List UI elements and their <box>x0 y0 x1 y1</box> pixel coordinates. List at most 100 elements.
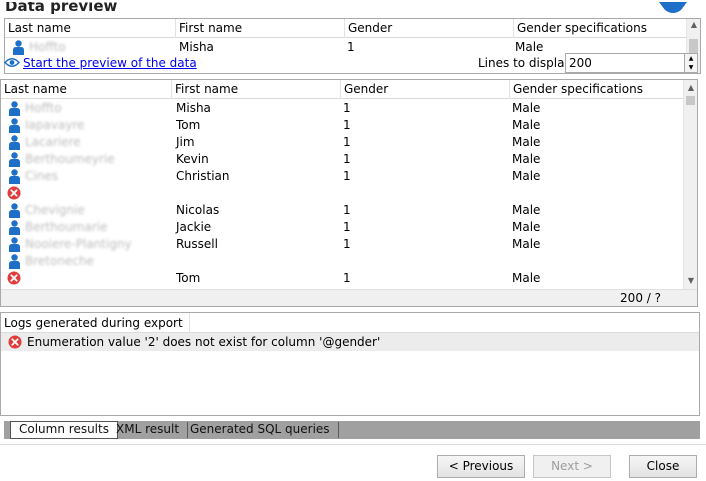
tab-xml-result[interactable]: XML result <box>108 422 189 438</box>
table-row[interactable]: Cines Christian 1 Male <box>1 168 683 185</box>
data-grid-header: Last name First name Gender Gender speci… <box>1 80 697 99</box>
col-gender[interactable]: Gender <box>344 19 513 38</box>
cell-gender-spec: Male <box>512 169 541 183</box>
cell-first-name: Misha <box>179 40 214 54</box>
cell-gender-spec: Male <box>512 101 541 115</box>
person-icon <box>9 237 20 252</box>
cell-last-name: Hoffto <box>29 40 66 54</box>
cell-gender: 1 <box>343 118 351 132</box>
log-message: Enumeration value '2' does not exist for… <box>27 335 381 349</box>
table-row[interactable] <box>1 185 683 202</box>
cell-gender: 1 <box>343 169 351 183</box>
col-gender[interactable]: Gender <box>340 80 509 99</box>
scroll-up-icon[interactable]: ▲ <box>687 19 701 31</box>
cell-gender-spec: Male <box>512 152 541 166</box>
tab-column-results[interactable]: Column results <box>10 421 118 439</box>
col-gender-spec[interactable]: Gender specifications <box>513 19 688 38</box>
col-last-name[interactable]: Last name <box>5 19 175 38</box>
tab-generated-sql[interactable]: Generated SQL queries <box>182 422 339 438</box>
error-icon <box>7 186 21 200</box>
cell-first-name: Kevin <box>176 152 209 166</box>
cell-first-name: Misha <box>176 101 211 115</box>
lines-to-display-field[interactable]: 200 <box>565 53 685 73</box>
next-button[interactable]: Next > <box>533 455 611 478</box>
lines-to-display-value: 200 <box>569 56 592 70</box>
cell-last-name: Berthoumeyrie <box>25 152 115 166</box>
cell-gender-spec: Male <box>512 271 541 285</box>
result-tabs: Column results XML result Generated SQL … <box>4 421 700 439</box>
person-icon <box>9 152 20 167</box>
cell-gender-spec: Male <box>512 135 541 149</box>
cell-first-name: Tom <box>176 118 201 132</box>
person-icon <box>9 135 20 150</box>
scroll-down-icon[interactable]: ▼ <box>684 275 698 287</box>
table-row[interactable]: Chevignie Nicolas 1 Male <box>1 202 683 219</box>
cell-last-name: Iapavayre <box>25 118 85 132</box>
person-icon <box>9 203 20 218</box>
table-row[interactable]: Bretoneche <box>1 253 683 270</box>
close-button[interactable]: Close <box>629 455 697 478</box>
lines-stepper[interactable]: ▲ ▼ <box>684 53 698 73</box>
scroll-thumb[interactable] <box>686 96 695 105</box>
close-button-label: Close <box>646 459 680 473</box>
table-row[interactable]: Berthoumeyrie Kevin 1 Male <box>1 151 683 168</box>
table-row[interactable]: Berthoumarie Jackie 1 Male <box>1 219 683 236</box>
col-first-name[interactable]: First name <box>171 80 340 99</box>
row-count: 200 / ? <box>620 291 661 305</box>
previous-button-label: < Previous <box>448 459 514 473</box>
cell-gender-spec: Male <box>512 203 541 217</box>
col-last-name[interactable]: Last name <box>1 80 171 99</box>
person-icon <box>9 169 20 184</box>
cell-gender-spec: Male <box>512 220 541 234</box>
cell-last-name: Nooiere-Plantigny <box>25 237 132 251</box>
cell-gender: 1 <box>343 220 351 234</box>
preview-grid-header: Last name First name Gender Gender speci… <box>5 19 700 38</box>
cell-first-name: Jackie <box>176 220 212 234</box>
cell-first-name: Jim <box>176 135 195 149</box>
cell-last-name: Chevignie <box>25 203 85 217</box>
cell-last-name: Berthoumarie <box>25 220 108 234</box>
cell-gender: 1 <box>347 40 355 54</box>
cell-gender: 1 <box>343 135 351 149</box>
table-row[interactable]: Nooiere-Plantigny Russell 1 Male <box>1 236 683 253</box>
cell-first-name: Tom <box>176 271 201 285</box>
person-icon <box>9 118 20 133</box>
cell-last-name: Hoffto <box>25 101 62 115</box>
table-row[interactable]: Iapavayre Tom 1 Male <box>1 117 683 134</box>
page-title: Data preview <box>5 2 118 15</box>
cell-gender: 1 <box>343 271 351 285</box>
log-row[interactable]: Enumeration value '2' does not exist for… <box>1 333 699 351</box>
table-row[interactable]: Hoffto Misha 1 Male <box>1 100 683 117</box>
next-button-label: Next > <box>551 459 593 473</box>
cell-gender-spec: Male <box>515 40 544 54</box>
previous-button[interactable]: < Previous <box>437 455 525 478</box>
collapse-tab-icon[interactable] <box>659 2 687 14</box>
cell-gender-spec: Male <box>512 118 541 132</box>
col-gender-spec[interactable]: Gender specifications <box>509 80 683 99</box>
cell-gender: 1 <box>343 152 351 166</box>
person-icon <box>9 254 20 269</box>
cell-gender: 1 <box>343 101 351 115</box>
start-preview-link[interactable]: Start the preview of the data <box>23 56 197 70</box>
cell-last-name: Lacariere <box>25 135 81 149</box>
logs-header-label: Logs generated during export <box>4 316 183 330</box>
lines-to-display-label: Lines to display: <box>478 56 575 70</box>
table-row[interactable]: Tom 1 Male <box>1 270 683 287</box>
person-icon <box>9 220 20 235</box>
cell-gender: 1 <box>343 203 351 217</box>
cell-first-name: Russell <box>176 237 218 251</box>
error-icon <box>8 335 22 349</box>
stepper-up-icon[interactable]: ▲ <box>685 54 697 63</box>
table-row[interactable]: Lacariere Jim 1 Male <box>1 134 683 151</box>
logs-panel: Logs generated during export Enumeration… <box>0 312 700 416</box>
cell-last-name: Cines <box>25 169 58 183</box>
person-icon <box>9 101 20 116</box>
footer-divider <box>0 444 706 445</box>
scroll-up-icon[interactable]: ▲ <box>684 82 698 94</box>
data-scrollbar[interactable]: ▲ ▼ <box>683 80 697 289</box>
col-first-name[interactable]: First name <box>175 19 344 38</box>
data-grid: Last name First name Gender Gender speci… <box>0 79 698 307</box>
stepper-down-icon[interactable]: ▼ <box>685 63 697 72</box>
cell-gender: 1 <box>343 237 351 251</box>
logs-header: Logs generated during export <box>1 313 699 333</box>
